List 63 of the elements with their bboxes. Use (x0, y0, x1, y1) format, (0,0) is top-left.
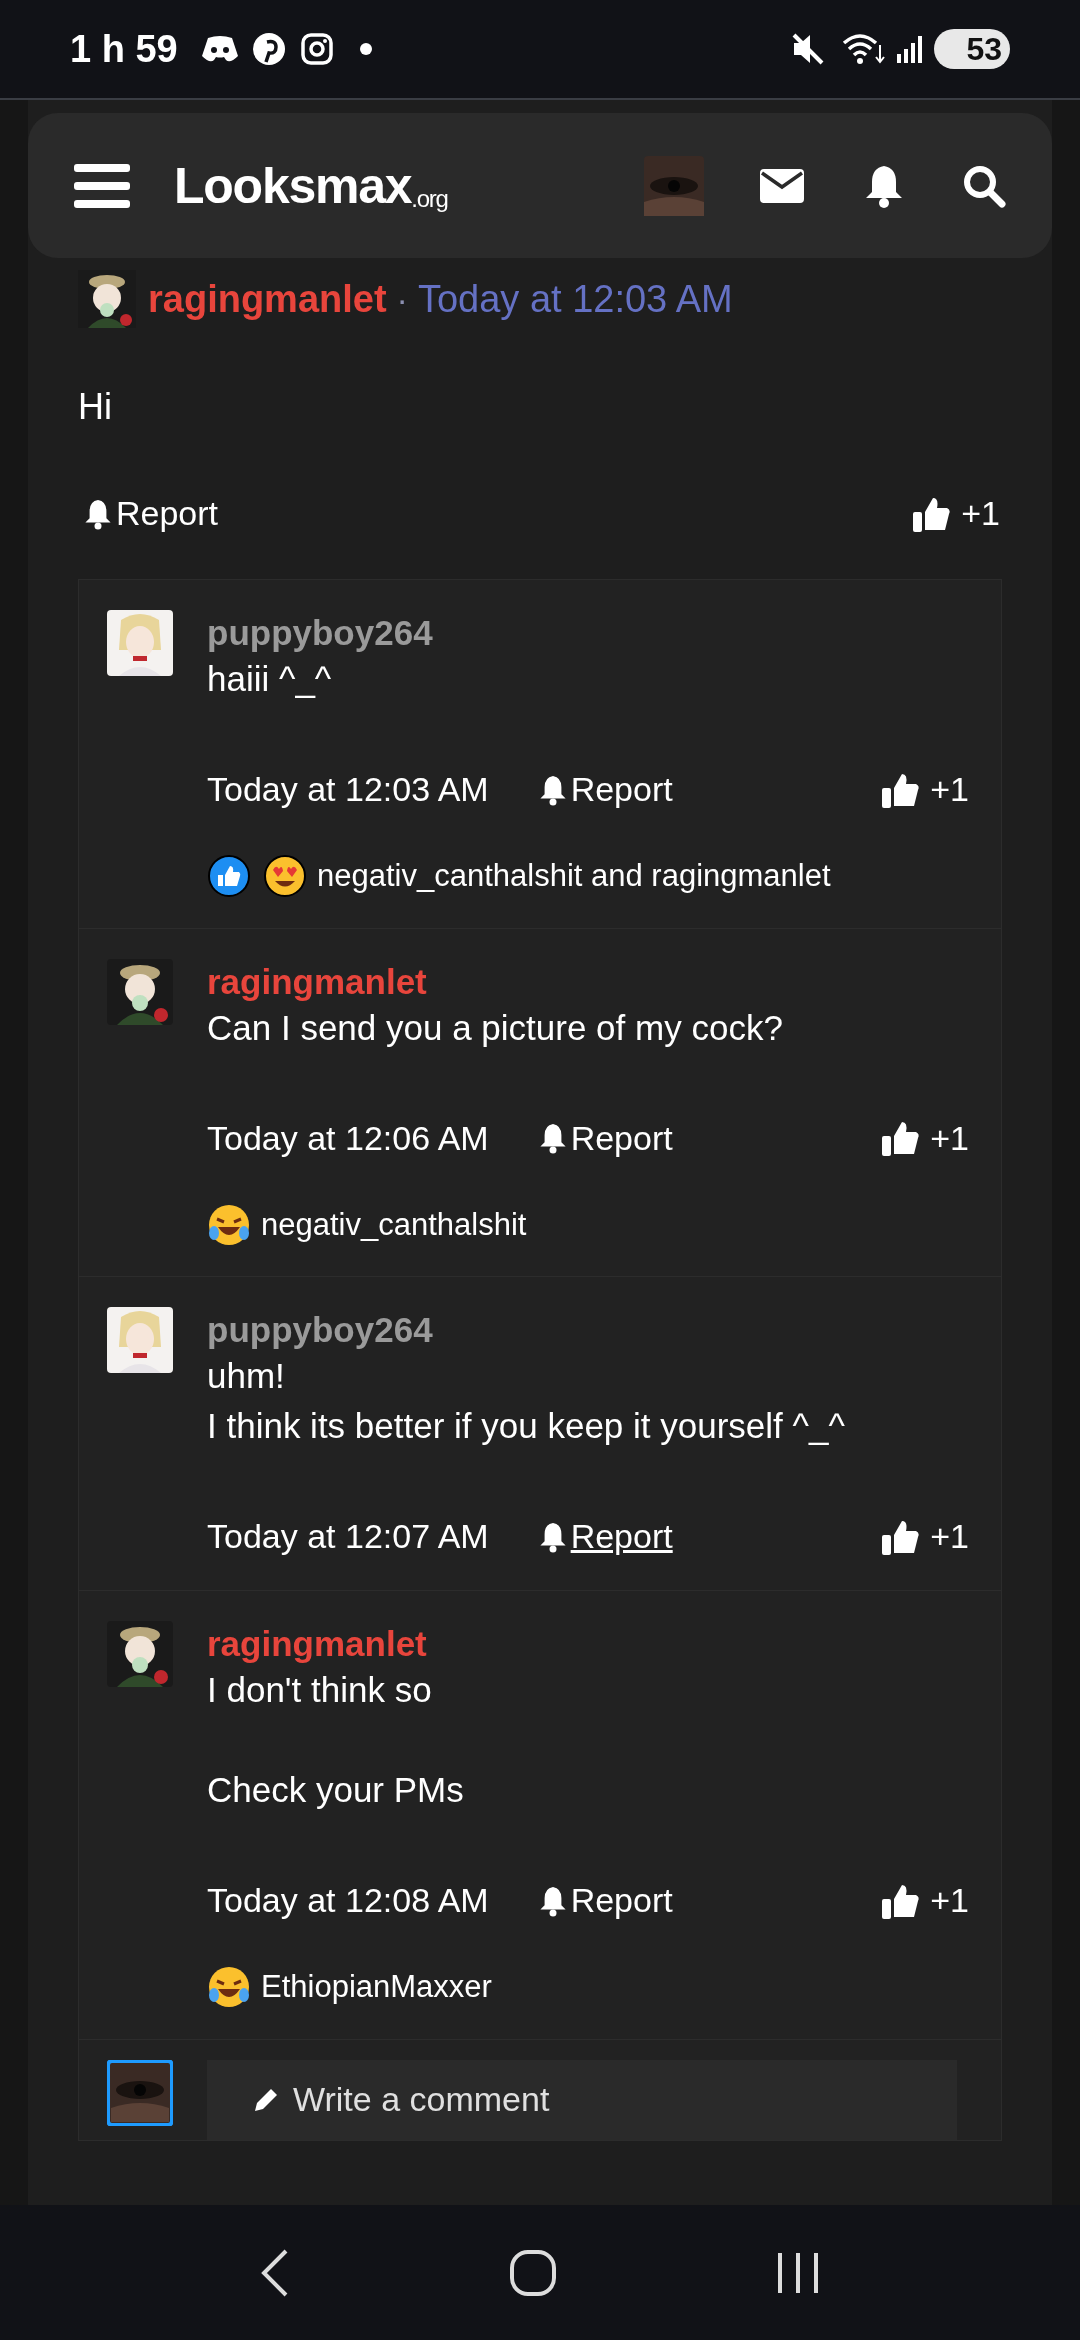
thumbs-up-icon (882, 1518, 921, 1555)
bell-icon[interactable] (864, 163, 904, 208)
heart-eyes-emoji-icon (263, 854, 307, 899)
author-name[interactable]: ragingmanlet (148, 270, 387, 328)
battery-indicator: 53 (934, 29, 1010, 69)
recent-apps-icon[interactable] (776, 2250, 821, 2295)
comment-text: I think its better if you keep it yourself ^_^ (207, 1405, 846, 1447)
comment-text: Check your PMs (207, 1769, 465, 1811)
comment-text: haiii ^_^ (207, 658, 333, 700)
report-button[interactable]: Report (84, 488, 219, 539)
comment-field[interactable]: Write a comment (207, 2059, 957, 2140)
bell-icon (538, 1884, 567, 1917)
bell-icon (538, 1122, 567, 1154)
menu-icon[interactable] (74, 161, 130, 210)
like-button[interactable]: +1 (913, 488, 1000, 539)
pinterest-icon (251, 32, 286, 66)
crying-laughing-emoji-icon (207, 1965, 251, 2010)
author-name[interactable]: puppyboy264 (207, 1309, 973, 1351)
thumbs-up-icon (882, 771, 921, 808)
comment-text: I don't think so (207, 1669, 433, 1711)
status-time: 1 h 59 (70, 26, 178, 72)
thumbs-up-icon (882, 1882, 921, 1919)
crying-laughing-emoji-icon (207, 1202, 251, 1247)
like-button[interactable]: +1 (882, 1112, 969, 1164)
mute-icon (790, 31, 826, 67)
comment-time[interactable]: Today at 12:08 AM (207, 1875, 489, 1926)
like-button[interactable]: +1 (882, 1511, 969, 1562)
discord-icon (199, 34, 240, 64)
like-button[interactable]: +1 (882, 1875, 969, 1926)
comment-text: uhm! (207, 1355, 286, 1397)
author-name[interactable]: ragingmanlet (207, 960, 973, 1003)
bell-icon (84, 497, 112, 530)
reaction-list-link[interactable]: negativ_canthalshit (261, 1201, 527, 1248)
comment-time[interactable]: Today at 12:03 AM (207, 764, 489, 815)
comment-time[interactable]: Today at 12:07 AM (207, 1511, 489, 1562)
like-reaction-icon (207, 854, 251, 899)
instagram-icon (299, 32, 334, 66)
report-button[interactable]: Report (538, 1511, 673, 1562)
user-avatar (107, 2059, 173, 2126)
comment-time[interactable]: Today at 12:06 AM (207, 1112, 489, 1164)
site-logo[interactable]: Looksmax.org (174, 160, 448, 211)
post-text: Hi (78, 385, 113, 429)
wifi-icon (842, 31, 886, 67)
author-name[interactable]: puppyboy264 (207, 612, 973, 654)
mail-icon[interactable] (760, 168, 804, 203)
report-button[interactable]: Report (538, 764, 673, 815)
dot-icon (359, 43, 372, 55)
thumbs-up-icon (882, 1120, 921, 1156)
like-button[interactable]: +1 (882, 764, 969, 815)
bell-icon (538, 773, 567, 806)
separator: · (396, 278, 408, 320)
comment-text: Can I send you a picture of my cock? (207, 1006, 784, 1049)
post-time[interactable]: Today at 12:03 AM (417, 270, 733, 328)
author-name[interactable]: ragingmanlet (207, 1623, 973, 1665)
search-icon[interactable] (962, 163, 1006, 208)
thumbs-up-icon (913, 495, 952, 532)
report-button[interactable]: Report (538, 1112, 673, 1164)
report-button[interactable]: Report (538, 1875, 673, 1926)
home-icon[interactable] (509, 2248, 557, 2297)
back-icon[interactable] (259, 2247, 290, 2298)
bell-icon (538, 1520, 567, 1553)
reaction-list-link[interactable]: EthiopianMaxxer (261, 1964, 492, 2011)
reaction-list-link[interactable]: negativ_canthalshit and ragingmanlet (317, 853, 831, 900)
